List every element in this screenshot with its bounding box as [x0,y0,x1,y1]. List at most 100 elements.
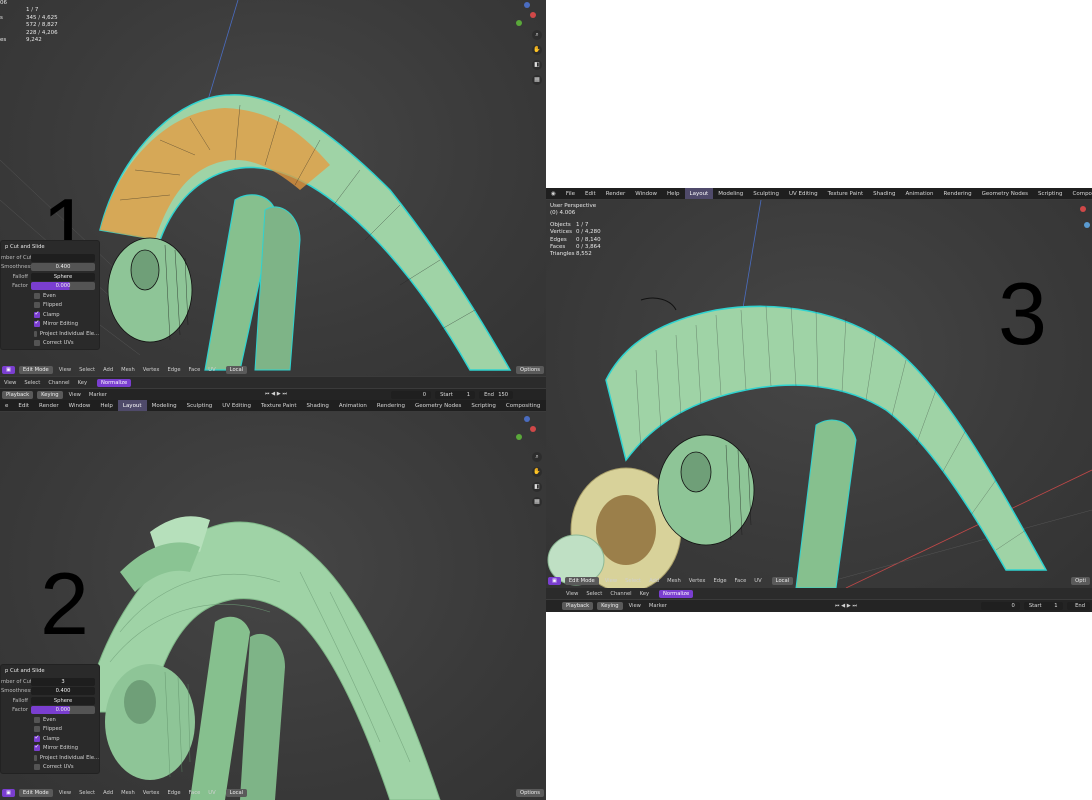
menu-face[interactable]: Face [185,790,205,796]
menu-face[interactable]: Face [185,367,205,373]
tab-rendering[interactable]: Rendering [939,188,977,199]
tab-sculpting[interactable]: Sculpting [748,188,784,199]
menu-edge[interactable]: Edge [709,578,730,584]
menu-view[interactable]: View [601,578,621,584]
pan-hand-icon[interactable]: ✋ [532,45,542,55]
tab-texture-paint[interactable]: Texture Paint [256,400,302,411]
axis-y-dot[interactable] [1084,222,1090,228]
select-mode-button[interactable]: ▣ [548,577,561,585]
falloff-dropdown[interactable]: Sphere [31,696,95,705]
factor-slider[interactable]: 0.000 [31,282,95,291]
transform-orientation-dropdown[interactable]: Local [225,789,248,797]
select-mode-button[interactable]: ▣ [2,789,15,797]
keying-dropdown[interactable]: Keying [37,390,63,399]
camera-icon[interactable]: ◧ [532,60,542,70]
start-frame-field[interactable]: Start 1 [1023,602,1063,610]
menu-file[interactable]: e [0,403,13,409]
tab-layout[interactable]: Layout [117,400,147,411]
axis-gizmo-2[interactable] [512,416,536,440]
blender-logo-icon[interactable]: ◉ [546,191,561,197]
menu-face[interactable]: Face [731,578,751,584]
axis-x-dot[interactable] [1080,206,1086,212]
tab-rendering[interactable]: Rendering [372,400,410,411]
clamp-checkbox[interactable]: Clamp [1,310,99,320]
loop-cut-operator-panel-2[interactable]: p Cut and Slide mber of Cuts3 Smoothness… [0,664,100,774]
menu-mesh[interactable]: Mesh [663,578,685,584]
menu-edge[interactable]: Edge [163,367,184,373]
camera-icon[interactable]: ◧ [532,482,542,492]
tab-shading[interactable]: Shading [868,188,900,199]
options-dropdown[interactable]: Options [515,789,544,797]
menu-uv[interactable]: UV [204,790,219,796]
menu-edit[interactable]: Edit [13,403,34,409]
menu-render[interactable]: Render [34,403,64,409]
end-frame-field[interactable]: End 150 [479,390,514,399]
end-frame-field[interactable]: End [1066,602,1090,610]
zoom-icon[interactable]: ⌕ [532,30,542,40]
menu-channel[interactable]: Channel [606,591,635,597]
smoothness-field[interactable]: 0.400 [31,263,95,272]
menu-help[interactable]: Help [662,191,685,197]
options-dropdown[interactable]: Opti [1071,577,1090,585]
menu-key[interactable]: Key [636,591,653,597]
menu-marker[interactable]: Marker [85,392,111,398]
menu-view[interactable]: View [0,380,20,386]
mirror-editing-checkbox[interactable]: Mirror Editing [1,319,99,330]
menu-marker[interactable]: Marker [645,603,671,609]
axis-y-dot[interactable] [516,20,522,26]
menu-vertex[interactable]: Vertex [685,578,710,584]
project-individual-checkbox[interactable]: Project Individual Ele... [1,753,99,763]
menu-view[interactable]: View [562,591,582,597]
menu-add[interactable]: Add [645,578,663,584]
tab-scripting[interactable]: Scripting [466,400,500,411]
viewport-1[interactable]: 06 1 / 7 s 345 / 4,625 572 / 8,827 228 / … [0,0,546,376]
edit-mode-dropdown[interactable]: Edit Mode [18,366,53,374]
tab-compositing[interactable]: Compositing [1068,188,1092,199]
menu-add[interactable]: Add [99,367,117,373]
project-individual-checkbox[interactable]: Project Individual Ele... [1,329,99,339]
current-frame-field[interactable]: 0 [981,602,1020,610]
tab-uv-editing[interactable]: UV Editing [784,188,823,199]
menu-mesh[interactable]: Mesh [117,367,139,373]
axis-z-dot[interactable] [524,2,530,8]
flipped-checkbox[interactable]: Flipped [1,725,99,735]
normalize-toggle[interactable]: Normalize [97,378,132,387]
viewport-2[interactable]: ⌕ ✋ ◧ ▦ 2 p Cut and Slide mber of Cuts3 … [0,412,546,800]
pan-hand-icon[interactable]: ✋ [532,467,542,477]
menu-edit[interactable]: Edit [580,191,601,197]
menu-select[interactable]: Select [621,578,645,584]
tab-animation[interactable]: Animation [334,400,372,411]
playback-controls[interactable]: ⏮ ◀ ▶ ⏭ [831,603,861,610]
tab-scripting[interactable]: Scripting [1033,188,1067,199]
loop-cut-operator-panel-1[interactable]: p Cut and Slide mber of Cuts Smoothness0… [0,240,100,350]
smoothness-field[interactable]: 0.400 [31,687,95,696]
normalize-toggle[interactable]: Normalize [659,589,694,598]
select-mode-button[interactable]: ▣ [2,366,15,374]
grid-icon[interactable]: ▦ [532,497,542,507]
menu-select[interactable]: Select [20,380,44,386]
number-of-cuts-field[interactable] [31,253,95,262]
tab-modeling[interactable]: Modeling [147,400,182,411]
axis-x-dot[interactable] [530,12,536,18]
tab-compositing[interactable]: Compositing [501,400,545,411]
menu-view[interactable]: View [55,790,75,796]
current-frame-field[interactable]: 0 [391,390,432,399]
correct-uvs-checkbox[interactable]: Correct UVs [1,763,99,773]
menu-render[interactable]: Render [601,191,631,197]
menu-view[interactable]: View [65,392,85,398]
menu-vertex[interactable]: Vertex [139,367,164,373]
mirror-editing-checkbox[interactable]: Mirror Editing [1,743,99,754]
tab-geometry-nodes[interactable]: Geometry Nodes [410,400,466,411]
keying-dropdown[interactable]: Keying [597,602,623,610]
tab-shading[interactable]: Shading [302,400,334,411]
tab-modeling[interactable]: Modeling [713,188,748,199]
factor-slider[interactable]: 0.000 [31,706,95,715]
operator-title[interactable]: p Cut and Slide [1,241,99,253]
axis-y-dot[interactable] [516,434,522,440]
playback-controls[interactable]: ⏮ ◀ ▶ ⏭ [261,391,291,398]
zoom-icon[interactable]: ⌕ [532,452,542,462]
edit-mode-dropdown[interactable]: Edit Mode [18,789,53,797]
menu-view[interactable]: View [625,603,645,609]
menu-help[interactable]: Help [95,403,118,409]
playback-dropdown[interactable]: Playback [562,602,594,610]
